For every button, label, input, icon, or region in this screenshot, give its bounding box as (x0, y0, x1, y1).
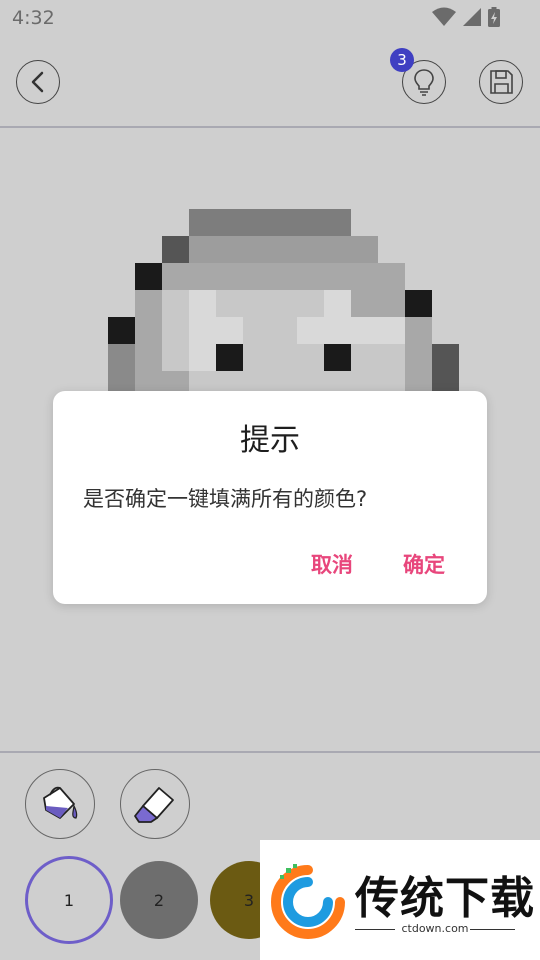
swatch-label: 3 (243, 890, 255, 910)
pixel[interactable] (405, 290, 432, 317)
pixel[interactable] (324, 263, 351, 290)
eraser-tool[interactable] (120, 769, 190, 839)
pixel[interactable] (243, 263, 270, 290)
toolbar: 3 (0, 36, 540, 126)
signal-icon (463, 8, 481, 26)
lightbulb-icon (414, 69, 434, 96)
confirm-button[interactable]: 确定 (403, 549, 445, 579)
hint-count-badge: 3 (390, 48, 414, 72)
pixel[interactable] (351, 344, 378, 371)
color-swatch-2[interactable]: 2 (120, 861, 198, 939)
pixel[interactable] (135, 317, 162, 344)
pixel[interactable] (405, 344, 432, 371)
pixel[interactable] (243, 344, 270, 371)
pixel[interactable] (351, 317, 378, 344)
status-icons (432, 7, 500, 27)
pixel[interactable] (378, 263, 405, 290)
pixel[interactable] (189, 209, 216, 236)
watermark-line (470, 929, 515, 930)
wifi-icon (432, 7, 456, 26)
eraser-icon (134, 787, 174, 823)
pixel[interactable] (324, 290, 351, 317)
pixel[interactable] (135, 344, 162, 371)
pixel[interactable] (243, 209, 270, 236)
swatch-label: 1 (63, 890, 75, 910)
pixel[interactable] (108, 317, 135, 344)
pixel[interactable] (189, 344, 216, 371)
pixel[interactable] (216, 209, 243, 236)
pixel[interactable] (216, 317, 243, 344)
pixel[interactable] (270, 236, 297, 263)
pixel[interactable] (297, 236, 324, 263)
pixel[interactable] (270, 317, 297, 344)
pixel[interactable] (297, 344, 324, 371)
pixel[interactable] (162, 317, 189, 344)
pixel[interactable] (297, 290, 324, 317)
pixel[interactable] (216, 344, 243, 371)
back-arrow-icon (31, 71, 44, 93)
save-icon (490, 70, 513, 94)
pixel[interactable] (216, 236, 243, 263)
pixel[interactable] (162, 236, 189, 263)
pixel[interactable] (162, 263, 189, 290)
pixel[interactable] (351, 236, 378, 263)
pixel[interactable] (216, 263, 243, 290)
pixel[interactable] (189, 263, 216, 290)
watermark-brand: 传统下载 (355, 873, 535, 924)
status-bar: 4:32 (0, 0, 540, 36)
pixel[interactable] (324, 209, 351, 236)
pixel[interactable] (378, 290, 405, 317)
back-button[interactable] (16, 60, 60, 104)
fill-bucket-tool[interactable] (25, 769, 95, 839)
cancel-button[interactable]: 取消 (311, 549, 353, 579)
pixel[interactable] (270, 263, 297, 290)
pixel[interactable] (108, 344, 135, 371)
pixel[interactable] (405, 317, 432, 344)
status-time: 4:32 (12, 7, 55, 29)
pixel[interactable] (324, 236, 351, 263)
watermark: 传统下载 ctdown.com (260, 840, 540, 960)
pixel[interactable] (189, 290, 216, 317)
battery-icon (488, 7, 500, 27)
pixel[interactable] (270, 344, 297, 371)
pixel[interactable] (378, 344, 405, 371)
pixel[interactable] (162, 344, 189, 371)
pixel[interactable] (135, 263, 162, 290)
pixel[interactable] (189, 236, 216, 263)
pixel[interactable] (243, 317, 270, 344)
pixel[interactable] (297, 263, 324, 290)
pixel[interactable] (243, 236, 270, 263)
pixel[interactable] (324, 317, 351, 344)
paint-bucket-icon (43, 786, 78, 819)
pixel[interactable] (351, 263, 378, 290)
pixel[interactable] (162, 290, 189, 317)
pixel[interactable] (135, 290, 162, 317)
pixel[interactable] (351, 290, 378, 317)
confirm-dialog: 提示 是否确定一键填满所有的颜色? 取消 确定 (53, 391, 487, 604)
pixel[interactable] (216, 290, 243, 317)
pixel[interactable] (378, 317, 405, 344)
pixel[interactable] (243, 290, 270, 317)
pixel[interactable] (270, 209, 297, 236)
ctdown-logo-icon (271, 864, 345, 939)
pixel[interactable] (270, 290, 297, 317)
pixel[interactable] (432, 344, 459, 371)
save-button[interactable] (479, 60, 523, 104)
dialog-title: 提示 (240, 423, 300, 458)
pixel[interactable] (297, 209, 324, 236)
pixel[interactable] (297, 317, 324, 344)
bottom-divider (0, 751, 540, 753)
dialog-message: 是否确定一键填满所有的颜色? (83, 487, 368, 511)
color-swatch-1[interactable]: 1 (25, 856, 113, 944)
swatch-label: 2 (153, 890, 165, 910)
pixel[interactable] (324, 344, 351, 371)
pixel[interactable] (189, 317, 216, 344)
